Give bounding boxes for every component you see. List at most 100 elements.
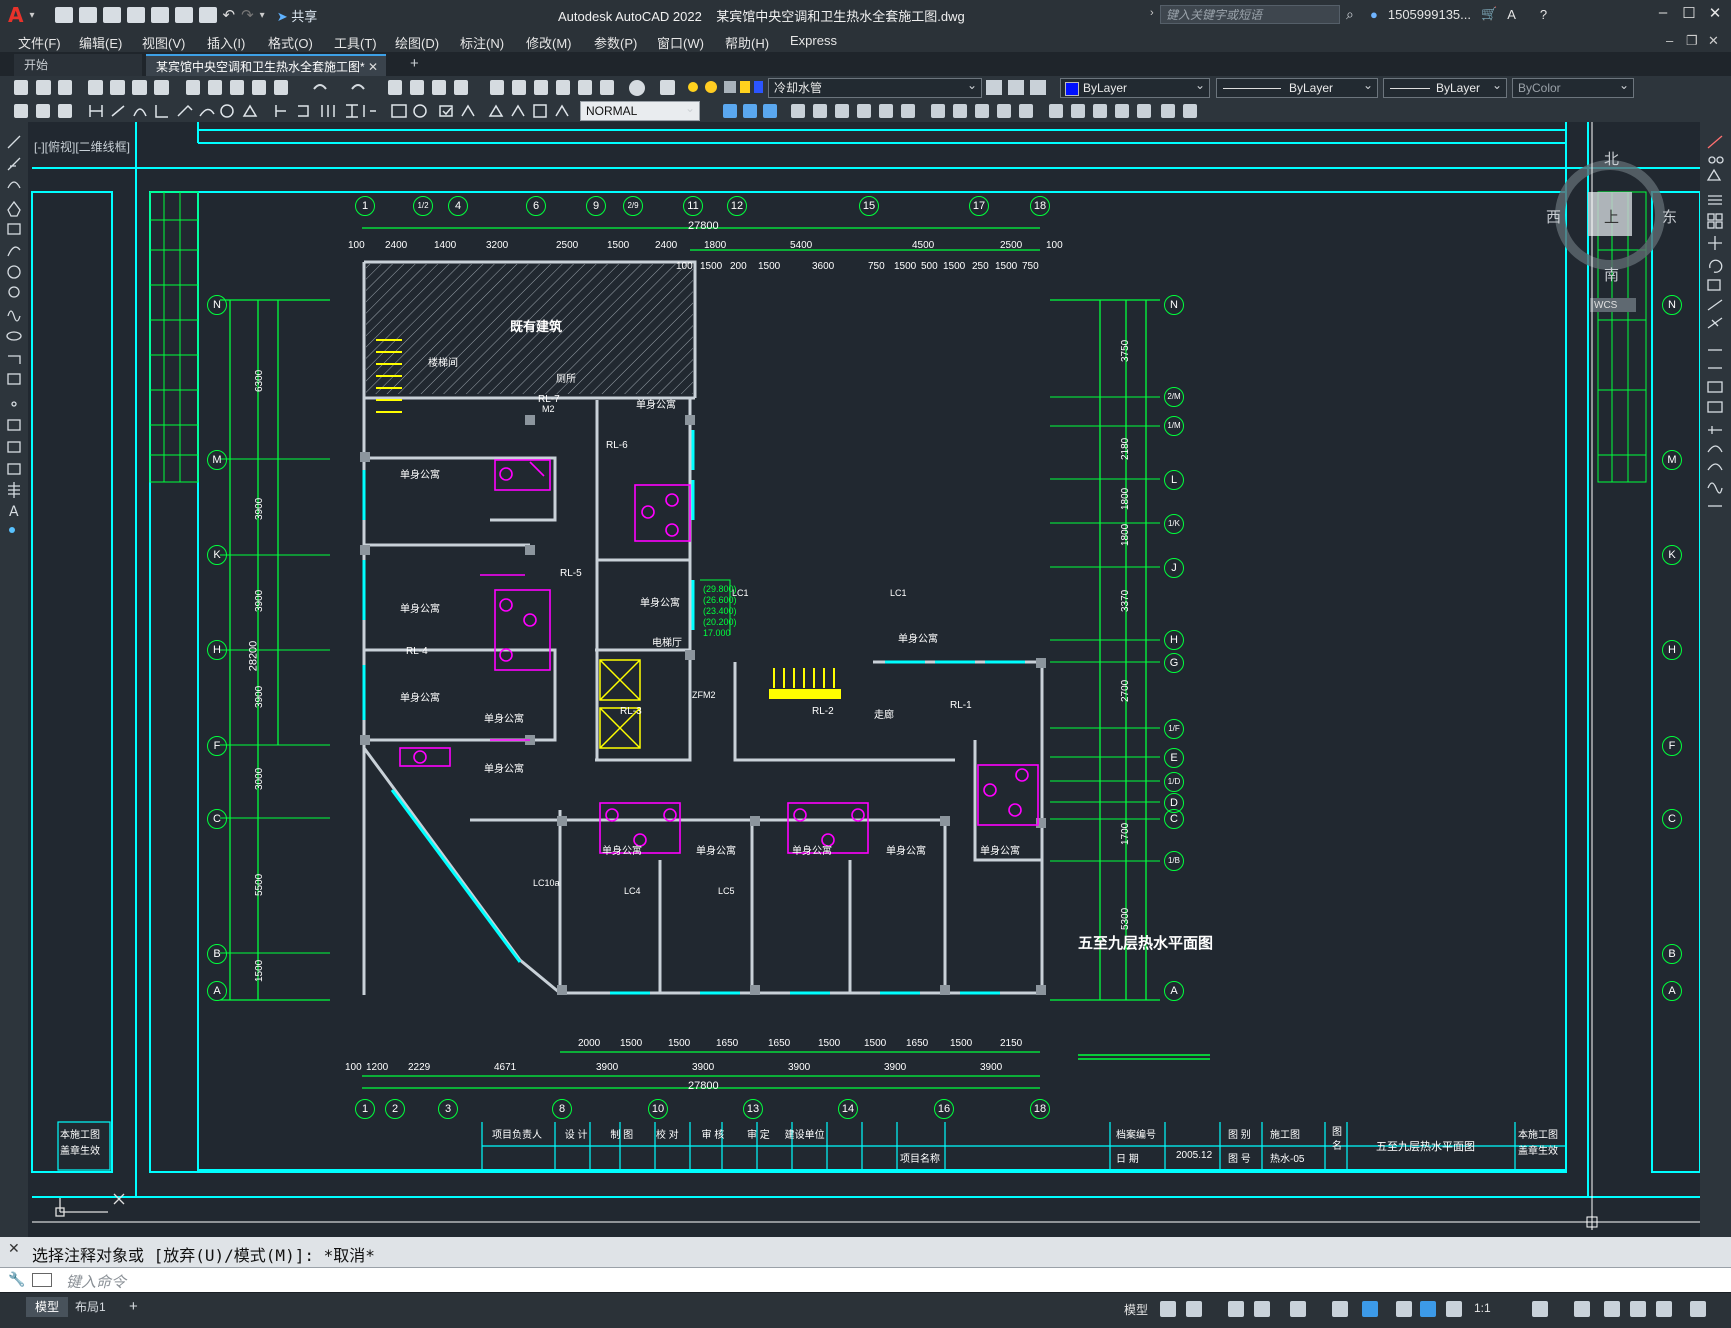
command-input[interactable]: 键入命令 — [66, 1271, 126, 1292]
dimension-text: 1500 — [894, 261, 917, 272]
user-icon[interactable]: ● — [1370, 7, 1378, 22]
menu-format[interactable]: 格式(O) — [268, 33, 313, 52]
draw-tool-icons[interactable]: A — [0, 130, 28, 590]
search-icon[interactable]: ⌕ — [1346, 6, 1354, 23]
plus-icon[interactable] — [1574, 1301, 1590, 1317]
minimize-button[interactable]: – — [1652, 4, 1674, 21]
tab-model[interactable]: 模型 — [26, 1297, 69, 1317]
grid-icon[interactable] — [1160, 1301, 1176, 1317]
undo-icon[interactable]: ↶ — [223, 6, 236, 24]
standard-toolbar-icons[interactable] — [0, 76, 690, 100]
open-file-icon[interactable] — [78, 7, 97, 23]
command-close-icon[interactable]: ✕ — [8, 1240, 20, 1257]
dimension-text: 1500 — [943, 261, 966, 272]
dimension-text: 1500 — [668, 1038, 691, 1049]
modify-tool-icons[interactable] — [1700, 130, 1731, 510]
command-input-bar[interactable]: 🔧 键入命令 — [0, 1267, 1731, 1293]
hardware-acceleration-icon[interactable] — [1630, 1301, 1646, 1317]
isolate-objects-icon[interactable] — [1604, 1301, 1620, 1317]
plotstyle-dropdown[interactable]: ByColor — [1512, 78, 1634, 98]
menu-help[interactable]: 帮助(H) — [725, 33, 769, 52]
tab-drawing[interactable]: 某宾馆中央空调和卫生热水全套施工图* ✕ — [146, 54, 386, 76]
search-input[interactable]: 键入关键字或短语 — [1160, 5, 1340, 24]
doc-minimize-button[interactable]: – — [1666, 33, 1673, 48]
menu-draw[interactable]: 绘图(D) — [395, 33, 439, 52]
user-name[interactable]: 1505999135... — [1388, 7, 1471, 22]
annotation-visibility-icon[interactable] — [1420, 1301, 1436, 1317]
lineweight-dropdown-value: ByLayer — [1436, 81, 1481, 95]
menu-modify[interactable]: 修改(M) — [526, 33, 572, 52]
snap-icon[interactable] — [1186, 1301, 1202, 1317]
menu-file[interactable]: 文件(F) — [18, 33, 61, 52]
color-dropdown[interactable]: ByLayer — [1060, 78, 1210, 98]
tab-close-icon[interactable]: ✕ — [368, 56, 378, 78]
cart-icon[interactable]: 🛒 — [1481, 6, 1497, 22]
app-menu-chevron-icon[interactable]: ▾ — [29, 10, 34, 21]
modify-toolbar-icons[interactable] — [705, 100, 1225, 122]
annotation-scale[interactable]: 1:1 — [1474, 1301, 1491, 1315]
menu-view[interactable]: 视图(V) — [142, 33, 185, 52]
drawing-canvas[interactable]: [-][俯视][二维线框] 北 南 东 西 上 WCS 既有建筑 27800 2… — [28, 122, 1700, 1237]
dimension-text: 1800 — [704, 240, 727, 251]
redo-icon[interactable]: ↷ — [241, 6, 254, 24]
customize-chevron-icon[interactable]: ▾ — [260, 10, 265, 21]
autocad-logo-icon[interactable]: A — [8, 5, 23, 25]
maximize-button[interactable]: ☐ — [1678, 4, 1700, 22]
ortho-icon[interactable] — [1228, 1301, 1244, 1317]
tab-start[interactable]: 开始 — [14, 54, 142, 76]
lineweight-icon[interactable] — [1396, 1301, 1412, 1317]
save-icon[interactable] — [102, 7, 121, 23]
wrench-icon[interactable]: 🔧 — [8, 1271, 25, 1288]
tab-layout1[interactable]: 布局1 — [66, 1297, 115, 1317]
share-button[interactable]: 共享 — [277, 6, 317, 25]
clean-screen-icon[interactable] — [1656, 1301, 1672, 1317]
layer-tools-icons[interactable] — [984, 76, 1056, 100]
new-file-icon[interactable] — [54, 7, 73, 23]
command-history: ✕ 选择注释对象或 [放弃(U)/模式(M)]: *取消* — [0, 1237, 1731, 1267]
color-swatch-icon — [1065, 82, 1079, 96]
left-draw-toolbar: A — [0, 122, 28, 1237]
help-icon[interactable]: ? — [1540, 7, 1547, 22]
polar-icon[interactable] — [1254, 1301, 1270, 1317]
layer-dropdown[interactable]: 冷却水管 — [768, 78, 982, 98]
menu-insert[interactable]: 插入(I) — [207, 33, 245, 52]
close-button[interactable]: ✕ — [1704, 4, 1726, 22]
customize-icon[interactable] — [1690, 1301, 1706, 1317]
dimension-text: 100 — [345, 1062, 362, 1073]
model-space-button[interactable]: 模型 — [1124, 1301, 1148, 1318]
doc-restore-button[interactable]: ❐ — [1686, 33, 1698, 49]
menu-tools[interactable]: 工具(T) — [334, 33, 377, 52]
web-open-icon[interactable] — [150, 7, 169, 23]
plot-icon[interactable] — [198, 7, 217, 23]
menu-window[interactable]: 窗口(W) — [657, 33, 704, 52]
autodesk-account-icon[interactable]: A — [1507, 7, 1516, 22]
dimension-text: 1650 — [906, 1038, 929, 1049]
menu-parametric[interactable]: 参数(P) — [594, 33, 637, 52]
isodraft-icon[interactable] — [1290, 1301, 1306, 1317]
dimension-text: 2229 — [408, 1062, 431, 1073]
osnap-track-icon[interactable] — [1332, 1301, 1348, 1317]
title-bar: A ▾ ↶ ↷ ▾ 共享 Autodesk AutoCAD 2022 某宾馆中央… — [0, 0, 1731, 31]
dimension-text: 1500 — [864, 1038, 887, 1049]
doc-close-button[interactable]: ✕ — [1708, 33, 1719, 49]
osnap-icon[interactable] — [1362, 1301, 1378, 1317]
new-tab-button[interactable]: + — [410, 55, 419, 72]
dimension-text: 500 — [921, 261, 938, 272]
status-bar: 模型 布局1 + 模型 1:1 — [0, 1292, 1731, 1328]
layer-state-icons[interactable] — [684, 76, 764, 100]
linetype-dropdown[interactable]: ByLayer — [1216, 78, 1378, 98]
auto-scale-icon[interactable] — [1446, 1301, 1462, 1317]
menu-express[interactable]: Express — [790, 33, 837, 48]
add-layout-button[interactable]: + — [120, 1297, 147, 1317]
web-save-icon[interactable] — [174, 7, 193, 23]
save-as-icon[interactable] — [126, 7, 145, 23]
search-expand-icon[interactable]: › — [1150, 7, 1154, 19]
dimension-toolbar-icons[interactable] — [0, 100, 580, 122]
menu-edit[interactable]: 编辑(E) — [79, 33, 122, 52]
menu-dimension[interactable]: 标注(N) — [460, 33, 504, 52]
dimension-text: 1800 — [1120, 487, 1131, 510]
dimstyle-dropdown[interactable]: NORMAL — [580, 101, 700, 121]
gear-icon[interactable] — [1532, 1301, 1548, 1317]
command-prompt-icon[interactable] — [32, 1273, 52, 1287]
lineweight-dropdown[interactable]: ByLayer — [1383, 78, 1507, 98]
